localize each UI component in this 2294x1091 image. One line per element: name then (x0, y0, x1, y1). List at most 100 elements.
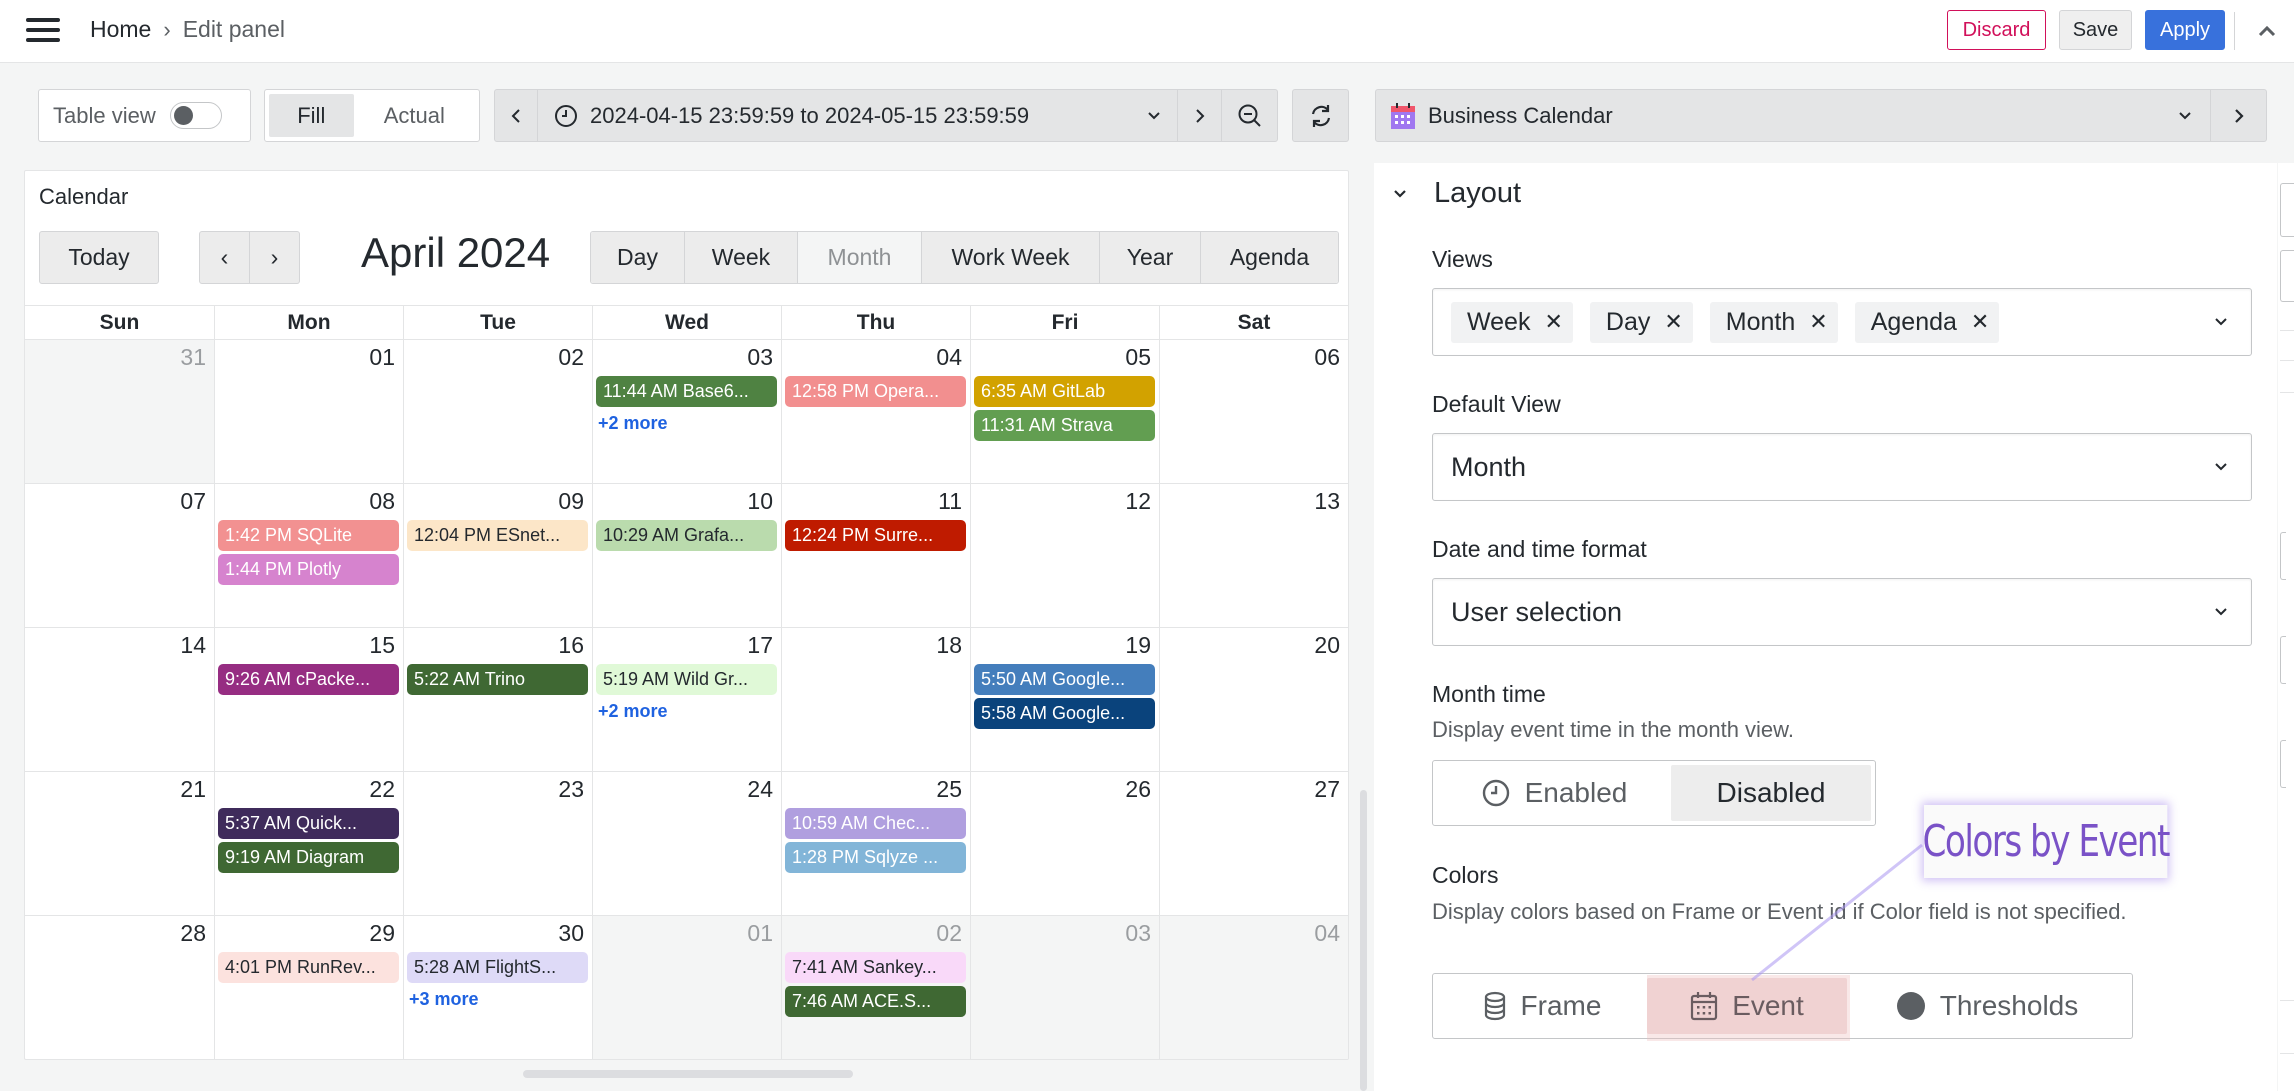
calendar-event[interactable]: 5:50 AM Google... (974, 664, 1155, 695)
calendar-event[interactable]: 6:35 AM GitLab (974, 376, 1155, 407)
day-number[interactable]: 05 (1125, 344, 1151, 371)
layout-section-header[interactable]: Layout (1392, 177, 1521, 210)
day-cell[interactable]: 17 5:19 AM Wild Gr... +2 more (592, 628, 781, 771)
calendar-event[interactable]: 5:22 AM Trino (407, 664, 588, 695)
calendar-event[interactable]: 1:42 PM SQLite (218, 520, 399, 551)
day-number[interactable]: 15 (369, 632, 395, 659)
day-cell[interactable]: 03 11:44 AM Base6... +2 more (592, 340, 781, 483)
day-cell[interactable]: 27 (1159, 772, 1348, 915)
day-number[interactable]: 03 (747, 344, 773, 371)
day-number[interactable]: 10 (747, 488, 773, 515)
apply-button[interactable]: Apply (2145, 10, 2225, 50)
calendar-event[interactable]: 1:44 PM Plotly (218, 554, 399, 585)
day-number[interactable]: 02 (936, 920, 962, 947)
day-number[interactable]: 04 (936, 344, 962, 371)
day-cell[interactable]: 19 5:50 AM Google... 5:58 AM Google... (970, 628, 1159, 771)
calendar-event[interactable]: 5:19 AM Wild Gr... (596, 664, 777, 695)
day-cell[interactable]: 13 (1159, 484, 1348, 627)
day-number[interactable]: 24 (747, 776, 773, 803)
day-cell[interactable]: 05 6:35 AM GitLab 11:31 AM Strava (970, 340, 1159, 483)
day-number[interactable]: 29 (369, 920, 395, 947)
default-view-select[interactable]: Month (1432, 433, 2252, 501)
calendar-event[interactable]: 7:41 AM Sankey... (785, 952, 966, 983)
day-number[interactable]: 25 (936, 776, 962, 803)
time-forward-button[interactable] (1178, 90, 1222, 141)
day-number[interactable]: 12 (1125, 488, 1151, 515)
day-cell[interactable]: 08 1:42 PM SQLite 1:44 PM Plotly (214, 484, 403, 627)
day-number[interactable]: 31 (180, 344, 206, 371)
colors-event-option[interactable]: Event (1647, 978, 1847, 1034)
day-cell[interactable]: 01 (214, 340, 403, 483)
calendar-event[interactable]: 5:58 AM Google... (974, 698, 1155, 729)
day-cell[interactable]: 04 12:58 PM Opera... (781, 340, 970, 483)
show-more-link[interactable]: +2 more (598, 698, 777, 724)
calendar-event[interactable]: 11:31 AM Strava (974, 410, 1155, 441)
calendar-event[interactable]: 7:46 AM ACE.S... (785, 986, 966, 1017)
day-number[interactable]: 04 (1314, 920, 1340, 947)
day-cell[interactable]: 30 5:28 AM FlightS... +3 more (403, 916, 592, 1059)
day-number[interactable]: 27 (1314, 776, 1340, 803)
time-range-button[interactable]: 2024-04-15 23:59:59 to 2024-05-15 23:59:… (538, 90, 1178, 141)
view-day-button[interactable]: Day (591, 232, 685, 283)
day-cell[interactable]: 29 4:01 PM RunRev... (214, 916, 403, 1059)
day-number[interactable]: 06 (1314, 344, 1340, 371)
day-number[interactable]: 28 (180, 920, 206, 947)
day-cell[interactable]: 03 (970, 916, 1159, 1059)
day-cell[interactable]: 16 5:22 AM Trino (403, 628, 592, 771)
calendar-event[interactable]: 9:26 AM cPacke... (218, 664, 399, 695)
calendar-event[interactable]: 12:58 PM Opera... (785, 376, 966, 407)
day-cell[interactable]: 07 (25, 484, 214, 627)
view-year-button[interactable]: Year (1100, 232, 1201, 283)
remove-tag-icon[interactable]: ✕ (1544, 309, 1562, 335)
day-number[interactable]: 09 (558, 488, 584, 515)
day-cell[interactable]: 23 (403, 772, 592, 915)
calendar-event[interactable]: 9:19 AM Diagram (218, 842, 399, 873)
day-cell[interactable]: 25 10:59 AM Chec... 1:28 PM Sqlyze ... (781, 772, 970, 915)
day-number[interactable]: 02 (558, 344, 584, 371)
fill-button[interactable]: Fill (269, 94, 354, 137)
day-number[interactable]: 19 (1125, 632, 1151, 659)
chevron-up-icon[interactable] (2254, 18, 2280, 44)
colors-frame-option[interactable]: Frame (1437, 978, 1647, 1034)
day-number[interactable]: 30 (558, 920, 584, 947)
day-cell[interactable]: 14 (25, 628, 214, 771)
remove-tag-icon[interactable]: ✕ (1664, 309, 1682, 335)
show-more-link[interactable]: +3 more (409, 986, 588, 1012)
show-more-link[interactable]: +2 more (598, 410, 777, 436)
discard-button[interactable]: Discard (1947, 10, 2046, 50)
day-number[interactable]: 01 (369, 344, 395, 371)
day-cell[interactable]: 21 (25, 772, 214, 915)
prev-month-button[interactable]: ‹ (199, 231, 250, 284)
day-cell[interactable]: 20 (1159, 628, 1348, 771)
views-multiselect[interactable]: Week ✕ Day ✕ Month ✕ Agenda ✕ (1432, 288, 2252, 356)
calendar-event[interactable]: 5:37 AM Quick... (218, 808, 399, 839)
view-week-button[interactable]: Week (685, 232, 798, 283)
day-cell[interactable]: 26 (970, 772, 1159, 915)
day-cell[interactable]: 06 (1159, 340, 1348, 483)
vertical-scrollbar[interactable] (1360, 790, 1367, 1091)
next-month-button[interactable]: › (250, 231, 300, 284)
actual-button[interactable]: Actual (354, 94, 475, 137)
day-number[interactable]: 21 (180, 776, 206, 803)
options-expand-button[interactable] (2211, 90, 2266, 141)
table-view-switch[interactable] (169, 102, 222, 129)
day-number[interactable]: 08 (369, 488, 395, 515)
calendar-event[interactable]: 12:04 PM ESnet... (407, 520, 588, 551)
day-number[interactable]: 22 (369, 776, 395, 803)
visualization-select[interactable]: Business Calendar (1376, 90, 2211, 141)
view-month-button[interactable]: Month (798, 232, 922, 283)
save-button[interactable]: Save (2059, 10, 2132, 50)
month-time-enabled-option[interactable]: Enabled (1437, 765, 1671, 821)
day-number[interactable]: 14 (180, 632, 206, 659)
day-number[interactable]: 17 (747, 632, 773, 659)
calendar-event[interactable]: 11:44 AM Base6... (596, 376, 777, 407)
day-cell[interactable]: 28 (25, 916, 214, 1059)
calendar-event[interactable]: 12:24 PM Surre... (785, 520, 966, 551)
day-cell[interactable]: 15 9:26 AM cPacke... (214, 628, 403, 771)
view-work-week-button[interactable]: Work Week (922, 232, 1100, 283)
day-number[interactable]: 11 (938, 488, 962, 515)
day-number[interactable]: 03 (1125, 920, 1151, 947)
day-cell[interactable]: 10 10:29 AM Grafa... (592, 484, 781, 627)
day-number[interactable]: 23 (558, 776, 584, 803)
day-number[interactable]: 26 (1125, 776, 1151, 803)
